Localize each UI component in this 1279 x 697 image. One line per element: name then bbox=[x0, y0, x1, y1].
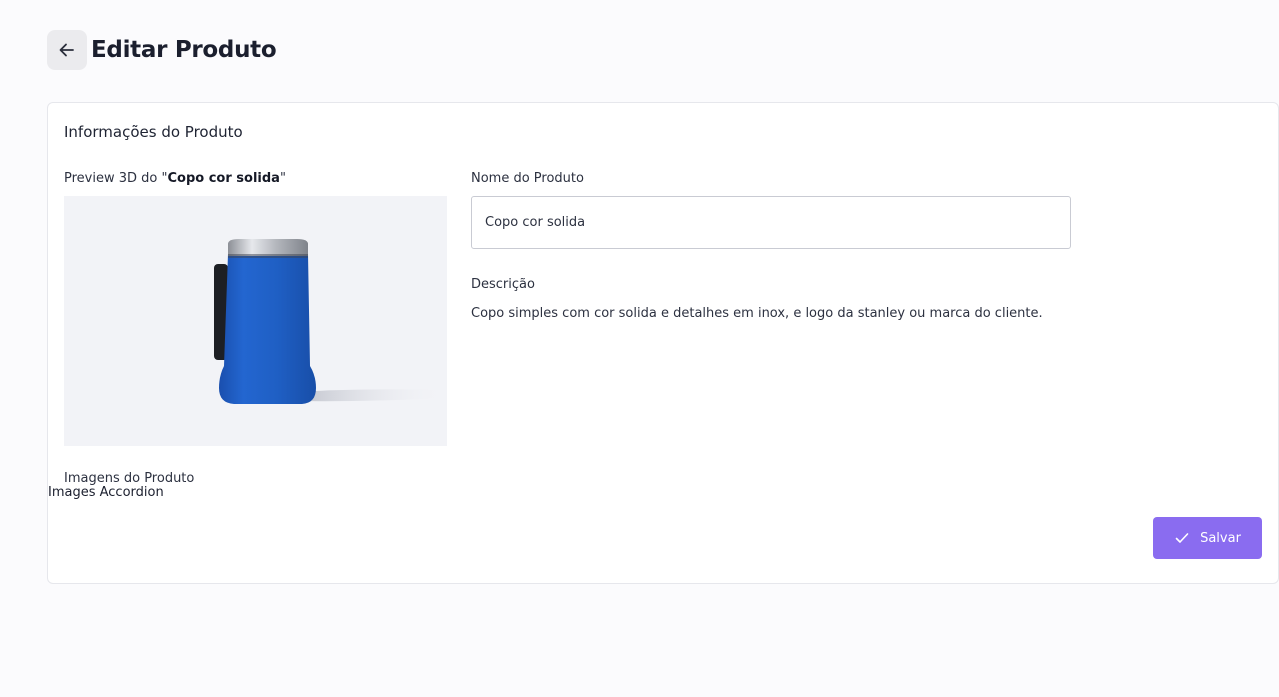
page-header: Editar Produto bbox=[47, 30, 277, 70]
arrow-left-icon bbox=[59, 43, 74, 57]
page-title: Editar Produto bbox=[91, 37, 277, 63]
preview-label-prefix: Preview 3D do " bbox=[64, 171, 168, 186]
cup-3d-model bbox=[214, 239, 447, 404]
save-button[interactable]: Salvar bbox=[1153, 517, 1262, 559]
product-info-card: Informações do Produto Preview 3D do "Co… bbox=[47, 102, 1279, 584]
card-title: Informações do Produto bbox=[64, 123, 243, 141]
description-text[interactable]: Copo simples com cor solida e detalhes e… bbox=[471, 306, 1043, 321]
preview-label-suffix: " bbox=[279, 171, 286, 186]
description-label: Descrição bbox=[471, 277, 535, 292]
preview-3d-viewer[interactable] bbox=[64, 196, 447, 446]
preview-label: Preview 3D do "Copo cor solida" bbox=[64, 171, 286, 186]
save-button-label: Salvar bbox=[1200, 530, 1241, 546]
images-section-label: Imagens do Produto bbox=[64, 471, 195, 486]
product-name-input[interactable] bbox=[471, 196, 1071, 249]
product-name-label: Nome do Produto bbox=[471, 171, 584, 186]
back-button[interactable] bbox=[47, 30, 87, 70]
check-icon bbox=[1175, 533, 1189, 543]
preview-product-name: Copo cor solida bbox=[167, 171, 280, 186]
images-accordion[interactable]: Images Accordion bbox=[48, 485, 164, 500]
